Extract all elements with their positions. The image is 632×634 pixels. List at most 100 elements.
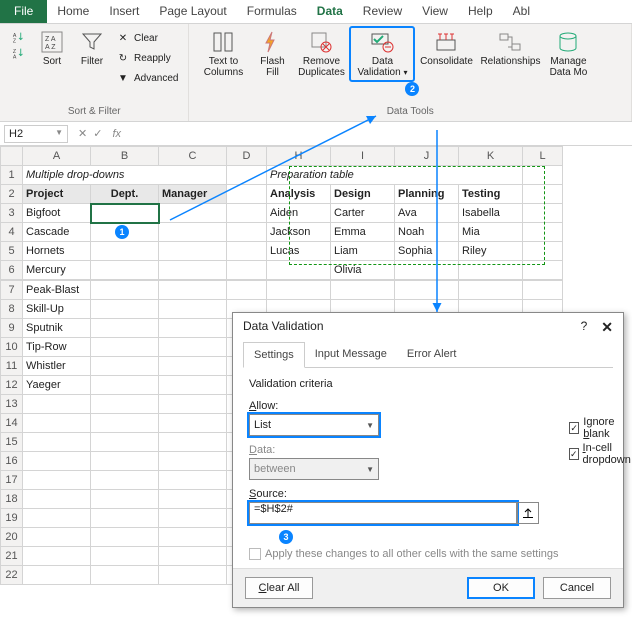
cell[interactable] <box>395 281 459 300</box>
cell[interactable] <box>159 433 227 452</box>
row-header[interactable]: 16 <box>1 452 23 471</box>
row-header[interactable]: 14 <box>1 414 23 433</box>
cell[interactable] <box>23 452 91 471</box>
cell[interactable]: Cascade <box>23 223 91 242</box>
cell[interactable]: Skill-Up <box>23 300 91 319</box>
cell[interactable] <box>159 223 227 242</box>
cell[interactable] <box>91 433 159 452</box>
tab-page-layout[interactable]: Page Layout <box>149 0 236 23</box>
cell[interactable] <box>159 261 227 280</box>
cell[interactable] <box>23 471 91 490</box>
cell[interactable]: Hornets <box>23 242 91 261</box>
cell[interactable] <box>267 281 331 300</box>
col-header-h[interactable]: H <box>267 147 331 166</box>
help-icon[interactable]: ? <box>581 319 588 336</box>
cell-k2[interactable]: Testing <box>459 185 523 204</box>
cell[interactable] <box>227 166 267 185</box>
cell[interactable] <box>159 242 227 261</box>
cell[interactable] <box>91 300 159 319</box>
row-header[interactable]: 10 <box>1 338 23 357</box>
cancel-formula-icon[interactable]: ✕ <box>78 127 87 140</box>
cell[interactable] <box>23 509 91 528</box>
cell[interactable] <box>159 471 227 490</box>
cell[interactable] <box>331 281 395 300</box>
cell[interactable] <box>395 261 459 280</box>
col-header-c[interactable]: C <box>159 147 227 166</box>
cell[interactable] <box>227 204 267 223</box>
cell[interactable] <box>159 300 227 319</box>
cell-b3-selected[interactable]: ▼ <box>91 204 159 223</box>
reapply-button[interactable]: ↻Reapply <box>112 48 182 68</box>
cell[interactable] <box>91 357 159 376</box>
row-header[interactable]: 13 <box>1 395 23 414</box>
cell[interactable] <box>227 223 267 242</box>
cell[interactable]: Whistler <box>23 357 91 376</box>
cell[interactable] <box>159 452 227 471</box>
cell[interactable] <box>159 395 227 414</box>
cell[interactable]: Lucas <box>267 242 331 261</box>
cell[interactable]: Olivia <box>331 261 395 280</box>
cell[interactable] <box>23 566 91 585</box>
ok-button[interactable]: OK <box>467 577 535 599</box>
cell[interactable] <box>159 281 227 300</box>
col-header-b[interactable]: B <box>91 147 159 166</box>
title-left[interactable]: Multiple drop-downs <box>23 166 227 185</box>
row-header[interactable]: 8 <box>1 300 23 319</box>
cell[interactable] <box>91 471 159 490</box>
cell[interactable] <box>91 414 159 433</box>
col-header-a[interactable]: A <box>23 147 91 166</box>
cell-i2[interactable]: Design <box>331 185 395 204</box>
cell[interactable]: Mia <box>459 223 523 242</box>
cell[interactable] <box>159 376 227 395</box>
cell[interactable] <box>159 204 227 223</box>
manage-data-model-button[interactable]: Manage Data Mo <box>543 26 593 82</box>
tab-settings[interactable]: Settings <box>243 342 305 368</box>
text-to-columns-button[interactable]: Text to Columns <box>195 26 251 82</box>
cell[interactable] <box>523 204 563 223</box>
cell[interactable]: Noah <box>395 223 459 242</box>
cell[interactable] <box>91 509 159 528</box>
tab-insert[interactable]: Insert <box>99 0 149 23</box>
cell[interactable]: Tip-Row <box>23 338 91 357</box>
cell[interactable]: Liam <box>331 242 395 261</box>
row-header[interactable]: 17 <box>1 471 23 490</box>
cell[interactable] <box>91 452 159 471</box>
cell[interactable] <box>159 490 227 509</box>
row-header[interactable]: 11 <box>1 357 23 376</box>
cell[interactable] <box>523 185 563 204</box>
cell[interactable]: Sputnik <box>23 319 91 338</box>
row-header[interactable]: 12 <box>1 376 23 395</box>
cell[interactable] <box>459 281 523 300</box>
cell[interactable] <box>23 395 91 414</box>
cell-h3[interactable]: Aiden <box>267 204 331 223</box>
cell[interactable]: Sophia <box>395 242 459 261</box>
cell-a3[interactable]: Bigfoot <box>23 204 91 223</box>
cell[interactable] <box>159 319 227 338</box>
relationships-button[interactable]: Relationships <box>477 26 543 82</box>
cell[interactable]: Peak-Blast <box>23 281 91 300</box>
advanced-button[interactable]: ▼Advanced <box>112 68 182 88</box>
cell[interactable] <box>91 395 159 414</box>
cell[interactable]: 1 <box>91 223 159 242</box>
source-input[interactable]: =$H$2# <box>249 502 517 524</box>
cell[interactable]: Yaeger <box>23 376 91 395</box>
cell[interactable] <box>91 547 159 566</box>
cell[interactable] <box>159 357 227 376</box>
cell[interactable] <box>91 261 159 280</box>
filter-button[interactable]: Filter <box>72 26 112 88</box>
row-header[interactable]: 2 <box>1 185 23 204</box>
col-header-i[interactable]: I <box>331 147 395 166</box>
cell-h2[interactable]: Analysis <box>267 185 331 204</box>
cell[interactable] <box>23 528 91 547</box>
tab-ablebits[interactable]: Abl <box>503 0 540 23</box>
tab-view[interactable]: View <box>412 0 458 23</box>
tab-review[interactable]: Review <box>353 0 412 23</box>
cell[interactable]: Riley <box>459 242 523 261</box>
cell[interactable] <box>159 547 227 566</box>
cell[interactable] <box>23 547 91 566</box>
col-header-j[interactable]: J <box>395 147 459 166</box>
clear-button[interactable]: ✕Clear <box>112 28 182 48</box>
row-header[interactable]: 1 <box>1 166 23 185</box>
ignore-blank-checkbox[interactable]: ✓Ignore blank <box>569 416 632 440</box>
name-box[interactable]: H2▼ <box>4 125 68 143</box>
